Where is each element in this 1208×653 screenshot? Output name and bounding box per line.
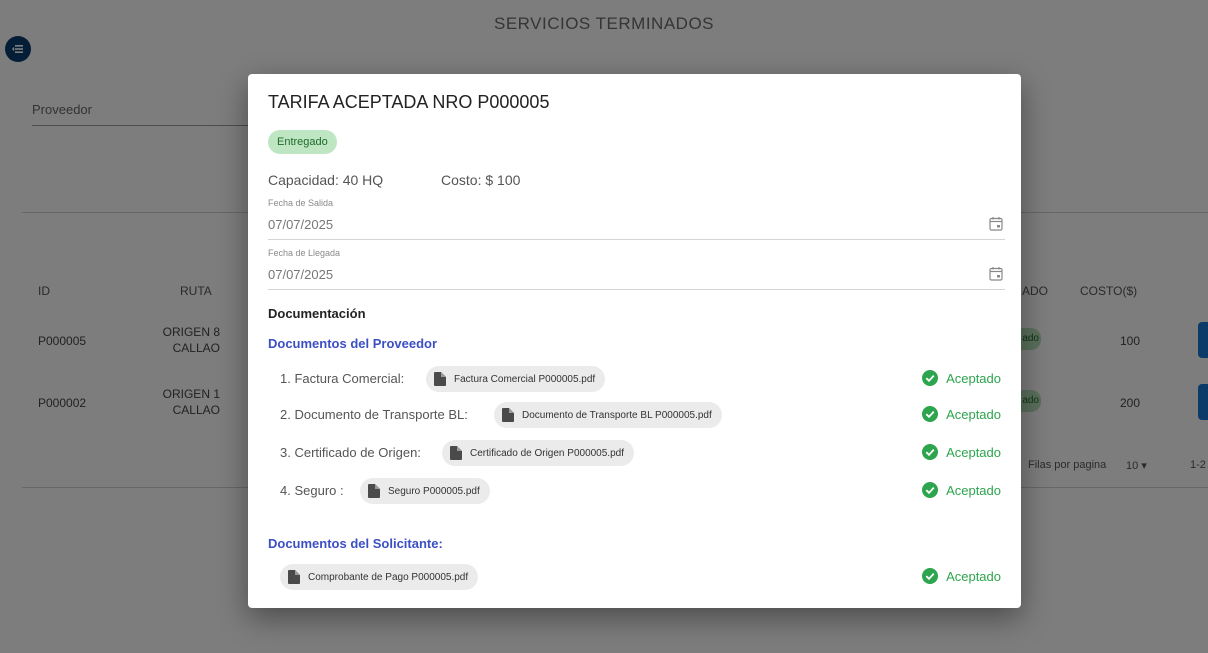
modal-title: TARIFA ACEPTADA NRO P000005 — [268, 92, 550, 112]
file-icon — [502, 408, 514, 422]
fecha-salida-value[interactable]: 07/07/2025 — [268, 217, 333, 232]
file-icon — [368, 484, 380, 498]
accepted-label: Aceptado — [946, 482, 1001, 498]
file-name: Seguro P000005.pdf — [388, 485, 480, 497]
capacidad-text: Capacidad: 40 HQ — [268, 172, 384, 188]
check-circle-icon — [922, 370, 939, 386]
fecha-salida-label: Fecha de Salida — [268, 198, 334, 208]
check-circle-icon — [922, 568, 939, 584]
check-circle-icon — [922, 482, 939, 498]
document-row: 2. Documento de Transporte BL: Documento… — [268, 402, 1001, 428]
solicitante-docs-heading: Documentos del Solicitante: — [268, 536, 443, 551]
file-name: Documento de Transporte BL P000005.pdf — [522, 409, 712, 421]
document-row: 4. Seguro : Seguro P000005.pdf Aceptado — [268, 478, 1001, 504]
costo-text: Costo: $ 100 — [441, 172, 521, 188]
document-label: 2. Documento de Transporte BL: — [280, 407, 468, 422]
file-icon — [450, 446, 462, 460]
accepted-status: Aceptado — [922, 370, 1001, 386]
accepted-status: Aceptado — [922, 444, 1001, 460]
accepted-status: Aceptado — [922, 482, 1001, 498]
file-name: Factura Comercial P000005.pdf — [454, 373, 596, 385]
file-chip[interactable]: Seguro P000005.pdf — [360, 478, 490, 504]
check-circle-icon — [922, 406, 939, 422]
file-chip[interactable]: Documento de Transporte BL P000005.pdf — [494, 402, 722, 428]
document-row: 1. Factura Comercial: Factura Comercial … — [268, 366, 1001, 392]
file-chip[interactable]: Factura Comercial P000005.pdf — [426, 366, 606, 392]
accepted-status: Aceptado — [922, 568, 1001, 584]
file-chip[interactable]: Certificado de Origen P000005.pdf — [442, 440, 634, 466]
document-row: 3. Certificado de Origen: Certificado de… — [268, 440, 1001, 466]
check-circle-icon — [922, 444, 939, 460]
document-row: Comprobante de Pago P000005.pdf Aceptado — [268, 564, 1001, 590]
file-icon — [288, 570, 300, 584]
file-name: Comprobante de Pago P000005.pdf — [308, 571, 469, 583]
accepted-label: Aceptado — [946, 444, 1001, 460]
document-label: 3. Certificado de Origen: — [280, 445, 421, 460]
accepted-label: Aceptado — [946, 406, 1001, 422]
file-icon — [434, 372, 446, 386]
fecha-llegada-field[interactable]: Fecha de Llegada 07/07/2025 — [268, 248, 1005, 290]
document-label: 1. Factura Comercial: — [280, 371, 405, 386]
accepted-label: Aceptado — [946, 568, 1001, 584]
fecha-salida-field[interactable]: Fecha de Salida 07/07/2025 — [268, 198, 1005, 240]
fecha-llegada-value[interactable]: 07/07/2025 — [268, 267, 333, 282]
file-name: Certificado de Origen P000005.pdf — [470, 447, 624, 459]
status-chip: Entregado — [268, 130, 337, 154]
file-chip[interactable]: Comprobante de Pago P000005.pdf — [280, 564, 479, 590]
fecha-llegada-label: Fecha de Llegada — [268, 248, 341, 258]
proveedor-docs-heading: Documentos del Proveedor — [268, 336, 438, 351]
documentacion-heading: Documentación — [268, 306, 366, 321]
calendar-icon[interactable] — [989, 266, 1003, 281]
tarifa-modal: TARIFA ACEPTADA NRO P000005 Entregado Ca… — [248, 74, 1021, 608]
accepted-status: Aceptado — [922, 406, 1001, 422]
document-label: 4. Seguro : — [280, 483, 344, 498]
accepted-label: Aceptado — [946, 370, 1001, 386]
calendar-icon[interactable] — [989, 216, 1003, 231]
